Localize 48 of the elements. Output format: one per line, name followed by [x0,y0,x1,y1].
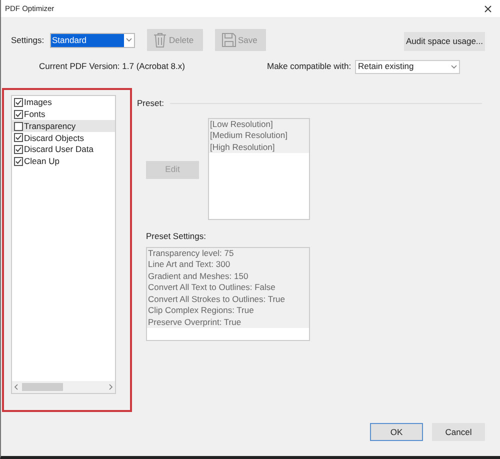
horizontal-scrollbar[interactable] [12,381,115,393]
category-label: Transparency [24,120,76,133]
category-label: Discard Objects [24,132,84,144]
dialog-button[interactable]: OK [370,423,423,441]
category-label: Clean Up [24,154,60,168]
category-label: Fonts [24,108,46,121]
close-icon[interactable] [484,4,492,12]
preset-setting-item: Line Art and Text: 300 [147,259,309,270]
preset-item[interactable]: [Medium Resolution] [209,130,309,142]
preset-label: Preset: [137,97,164,110]
scroll-left-icon[interactable] [14,384,19,390]
audit-space-button[interactable]: Audit space usage... [404,32,485,51]
caret-icon [126,38,132,42]
category-item[interactable]: Discard Objects [12,132,115,144]
category-label: Discard User Data [24,143,94,156]
preset-setting-item: Convert All Text to Outlines: False [147,282,309,294]
scrollbar-thumb[interactable] [22,383,63,391]
preset-item[interactable]: [Low Resolution] [209,118,309,130]
compatibility-label: Make compatible with: [267,60,352,73]
preset-setting-item: Preserve Overprint: True [147,316,309,328]
checkbox[interactable] [14,156,23,166]
category-item[interactable]: Transparency [12,120,115,132]
preset-settings-label: Preset Settings: [146,230,208,242]
pdf-version-text: Current PDF Version: 1.7 (Acrobat 8.x) [39,60,186,73]
category-item[interactable]: Clean Up [12,155,115,168]
checkbox[interactable] [14,133,23,142]
preset-setting-item: Transparency level: 75 [147,248,309,259]
compatibility-dropdown[interactable]: Retain existing [355,60,460,74]
preset-item[interactable]: [High Resolution] [209,142,309,154]
checkbox[interactable] [14,122,23,131]
category-label: Images [24,96,52,110]
preset-setting-item: Convert All Strokes to Outlines: True [147,294,309,305]
category-item[interactable]: Images [12,97,115,109]
settings-label: Settings: [11,34,46,46]
category-item[interactable]: Discard User Data [12,144,115,156]
checkbox[interactable] [14,110,23,120]
settings-dropdown[interactable]: Standard [50,32,135,48]
category-item[interactable]: Fonts [12,108,115,120]
preset-setting-item: Gradient and Meshes: 150 [147,270,309,282]
checkbox[interactable] [14,98,23,108]
settings-value: Standard [51,34,124,46]
preset-setting-item: Clip Complex Regions: True [147,305,309,316]
caret-icon [451,64,457,68]
floppy-icon [221,32,237,48]
checkbox[interactable] [14,145,23,154]
scroll-right-icon[interactable] [108,384,113,390]
dialog-button[interactable]: Cancel [432,423,485,441]
trash-icon [153,32,167,48]
